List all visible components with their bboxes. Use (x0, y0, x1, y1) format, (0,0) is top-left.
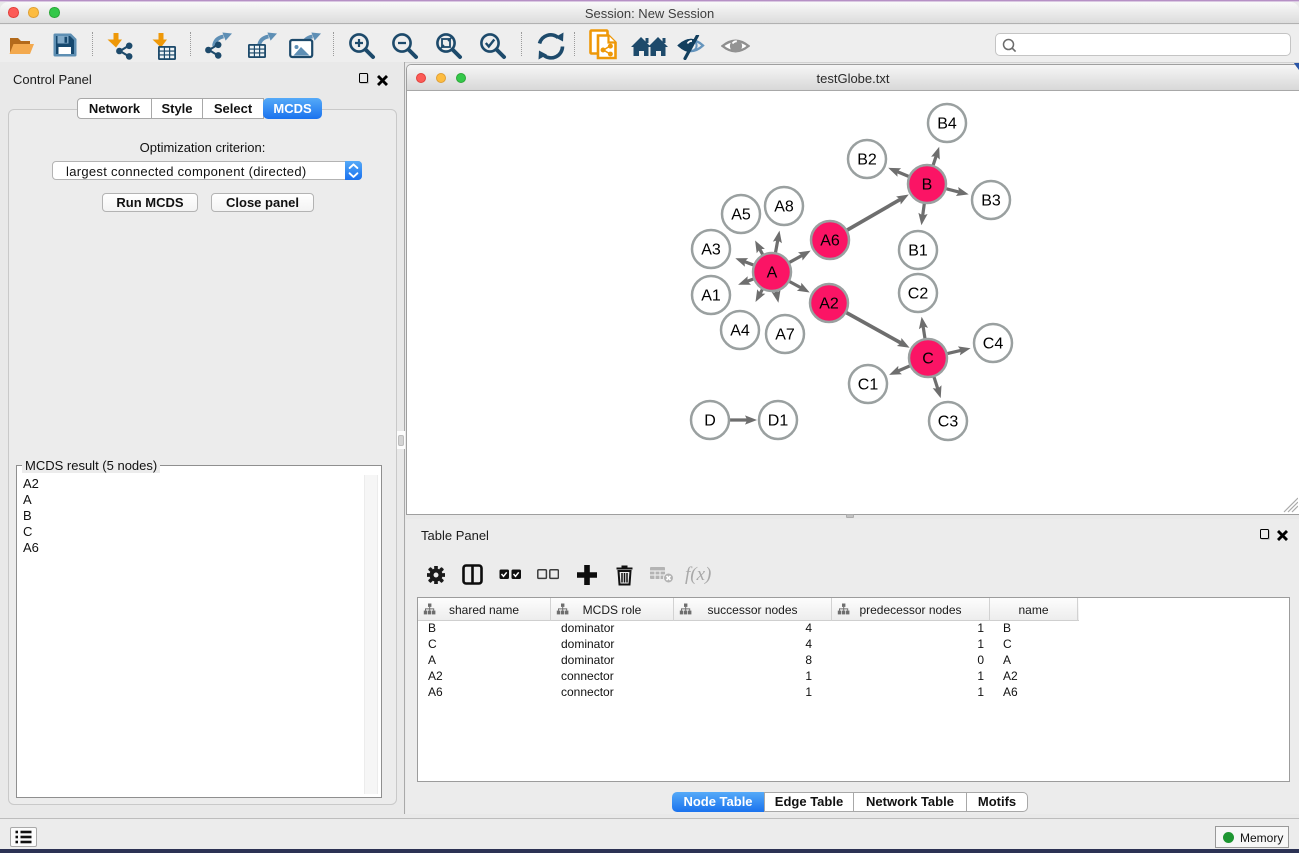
svg-text:C: C (922, 351, 934, 368)
svg-text:A4: A4 (730, 323, 750, 340)
svg-text:A6: A6 (820, 233, 840, 250)
svg-text:C1: C1 (858, 377, 879, 394)
svg-text:A1: A1 (701, 288, 721, 305)
svg-text:B2: B2 (857, 152, 877, 169)
svg-text:C3: C3 (938, 414, 959, 431)
svg-text:A: A (767, 265, 778, 282)
svg-text:B4: B4 (937, 116, 957, 133)
svg-text:D1: D1 (768, 413, 789, 430)
svg-text:A7: A7 (775, 327, 795, 344)
svg-text:C2: C2 (908, 286, 929, 303)
svg-text:C4: C4 (983, 336, 1004, 353)
svg-text:A5: A5 (731, 207, 751, 224)
svg-text:A8: A8 (774, 199, 794, 216)
svg-text:B1: B1 (908, 243, 928, 260)
svg-text:A3: A3 (701, 242, 721, 259)
svg-text:A2: A2 (819, 296, 839, 313)
svg-text:B3: B3 (981, 193, 1001, 210)
svg-text:f(x): f(x) (685, 564, 711, 585)
svg-text:B: B (922, 177, 933, 194)
svg-text:D: D (704, 413, 716, 430)
